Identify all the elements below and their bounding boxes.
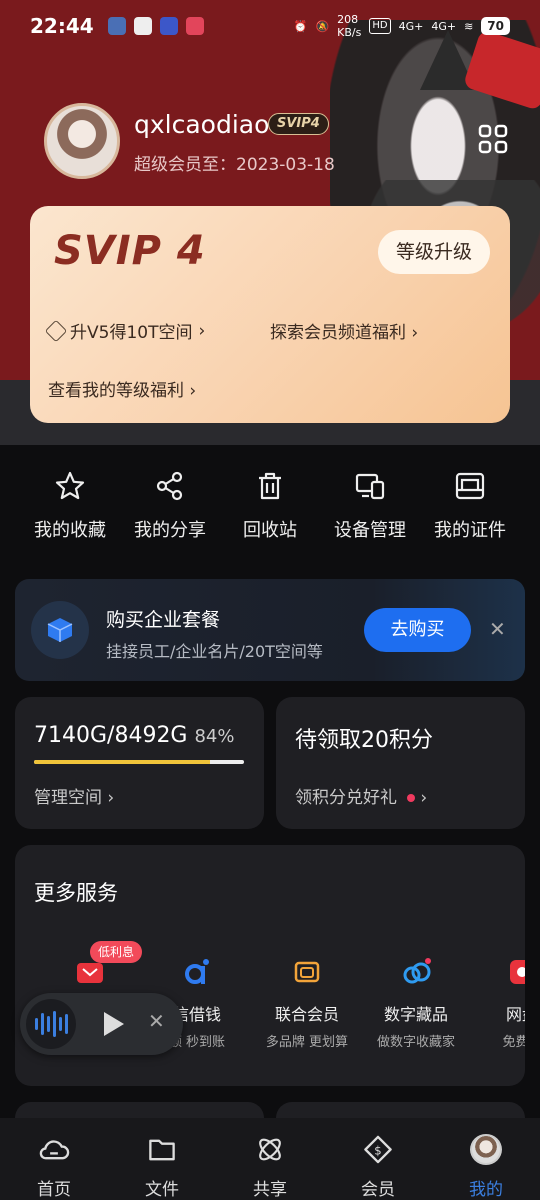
mute-icon: 🔕: [315, 19, 330, 33]
svip-level-badge[interactable]: SVIP4: [268, 113, 329, 135]
wallet-icon: [77, 963, 103, 983]
member-expiry: 超级会员至：2023-03-18: [134, 155, 335, 175]
diamond-icon: [44, 319, 68, 342]
notification-icons: [107, 17, 204, 35]
points-title: 待领取20积分: [295, 728, 433, 753]
service-digital-collection[interactable]: 数字藏品 做数字收藏家: [361, 957, 471, 1050]
share-atom-icon: [259, 1138, 281, 1161]
alarm-icon: ⏰: [293, 19, 308, 33]
signal-icon-1: 4G+: [398, 19, 424, 33]
svip-logo: SVIP 4: [54, 228, 206, 274]
chevron-right-icon: ›: [198, 320, 206, 341]
svg-text:$: $: [374, 1143, 381, 1157]
quick-action-favorites[interactable]: 我的收藏: [20, 470, 120, 550]
nav-home[interactable]: 首页: [4, 1118, 104, 1200]
quick-action-recycle-bin[interactable]: 回收站: [220, 470, 320, 550]
username[interactable]: qxlcaodiao: [134, 110, 269, 139]
service-joint-member[interactable]: 联合会员 多品牌 更划算: [252, 957, 362, 1050]
netdisk-icon: [510, 960, 525, 984]
share-icon: [156, 471, 183, 501]
perk-levels-link[interactable]: 查看我的等级福利 ›: [48, 376, 196, 401]
nav-me[interactable]: 我的: [436, 1118, 536, 1200]
id-card-icon: [455, 472, 485, 500]
points-card[interactable]: 待领取20积分 领积分兑好礼 ›: [276, 697, 525, 829]
storage-progress-bar: [34, 760, 244, 764]
status-time: 22:44: [30, 14, 94, 38]
quick-action-shares[interactable]: 我的分享: [120, 470, 220, 550]
nav-files[interactable]: 文件: [112, 1118, 212, 1200]
chevron-right-icon: ›: [107, 788, 115, 808]
enterprise-subtitle: 挂接员工/企业名片/20T空间等: [106, 642, 323, 661]
joint-member-icon: [294, 961, 320, 983]
hd-icon: HD: [369, 18, 391, 34]
storage-progress-fill: [34, 760, 211, 764]
services-title: 更多服务: [34, 881, 118, 905]
chevron-right-icon: ›: [189, 381, 197, 401]
trash-icon: [259, 472, 281, 500]
nav-share[interactable]: 共享: [220, 1118, 320, 1200]
app-notification-icon: [159, 17, 178, 35]
folder-icon: [149, 1139, 175, 1161]
home-cloud-icon: [39, 1140, 70, 1160]
storage-card[interactable]: 7140G/8492G 84% 管理空间 ›: [15, 697, 264, 829]
star-icon: [55, 471, 85, 500]
devices-icon: [355, 473, 385, 500]
enterprise-banner[interactable]: 购买企业套餐 挂接员工/企业名片/20T空间等 去购买 ✕: [15, 579, 525, 681]
nav-vip[interactable]: $ 会员: [328, 1118, 428, 1200]
storage-usage: 7140G/8492G 84%: [34, 723, 235, 748]
signal-icon-2: 4G+: [431, 19, 457, 33]
loan-icon: [185, 959, 209, 984]
quick-action-id-cards[interactable]: 我的证件: [420, 470, 520, 550]
play-icon[interactable]: [104, 1012, 124, 1036]
audio-wave-icon[interactable]: [26, 999, 76, 1049]
chevron-right-icon: ›: [420, 788, 428, 808]
battery-indicator: 70: [481, 17, 510, 35]
enterprise-cube-icon: [31, 601, 89, 659]
quick-action-devices[interactable]: 设备管理: [320, 470, 420, 550]
quick-actions: 我的收藏 我的分享 回收站 设备管理 我的证件: [20, 470, 520, 550]
service-netdisk[interactable]: 网盘 免费好: [467, 957, 525, 1050]
floating-audio-player[interactable]: ✕: [20, 993, 183, 1055]
manage-space-link[interactable]: 管理空间 ›: [34, 783, 114, 808]
buy-button[interactable]: 去购买: [364, 608, 471, 652]
notification-dot: [407, 794, 415, 802]
net-speed: 208 KB/s: [337, 13, 362, 39]
avatar-icon: [470, 1134, 502, 1165]
chevron-right-icon: ›: [411, 323, 419, 343]
status-icons: ⏰ 🔕 208 KB/s HD 4G+ 4G+ ≋ 70: [294, 13, 510, 39]
wifi-icon: ≋: [464, 19, 474, 33]
vip-diamond-icon: $: [364, 1135, 392, 1164]
perk-upgrade-link[interactable]: 升V5得10T空间 ›: [44, 318, 206, 343]
vip-card[interactable]: SVIP 4 等级升级 升V5得10T空间 › 探索会员频道福利 › 查看我的等…: [30, 206, 510, 423]
upgrade-button[interactable]: 等级升级: [377, 230, 490, 274]
perk-explore-link[interactable]: 探索会员频道福利 ›: [270, 318, 418, 343]
app-notification-icon: [107, 17, 126, 35]
user-avatar[interactable]: [44, 103, 120, 179]
close-icon[interactable]: ✕: [148, 1009, 165, 1033]
bottom-navigation: 首页 文件 共享 $ 会员 我的: [0, 1118, 540, 1200]
app-notification-icon: [185, 17, 204, 35]
close-icon[interactable]: ✕: [489, 617, 506, 641]
cloud-collection-icon: [403, 958, 431, 984]
redeem-points-link[interactable]: 领积分兑好礼 ›: [295, 783, 427, 808]
qr-code-icon[interactable]: [478, 124, 508, 154]
status-bar: 22:44 ⏰ 🔕 208 KB/s HD 4G+ 4G+ ≋ 70: [0, 0, 540, 52]
enterprise-title: 购买企业套餐: [106, 609, 221, 631]
app-notification-icon: [133, 17, 152, 35]
